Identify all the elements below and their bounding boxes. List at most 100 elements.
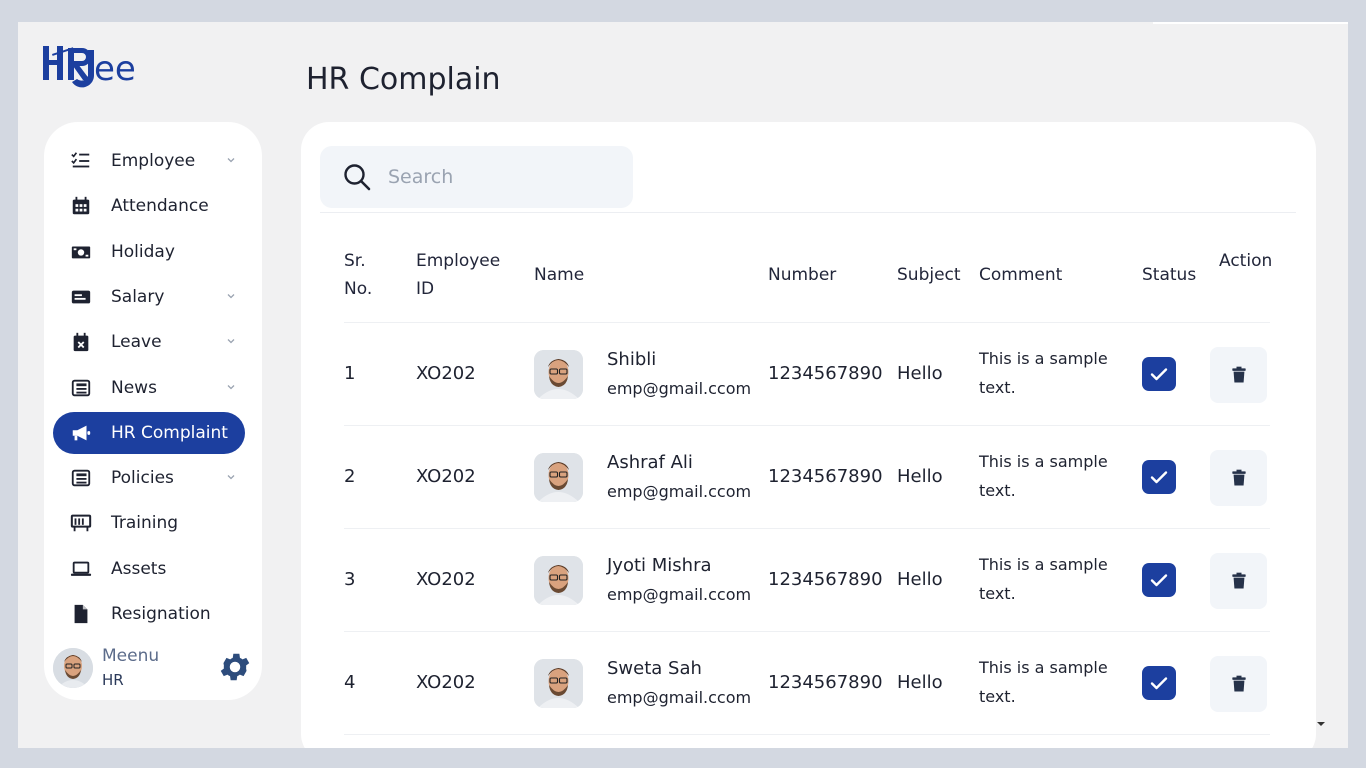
employee-avatar bbox=[534, 350, 583, 399]
delete-button[interactable] bbox=[1210, 656, 1267, 712]
trash-icon bbox=[1231, 366, 1246, 383]
sidebar-item-label: News bbox=[111, 377, 157, 398]
search-box[interactable] bbox=[320, 146, 633, 208]
window-edge bbox=[1153, 22, 1348, 24]
delete-button[interactable] bbox=[1210, 450, 1267, 506]
sidebar-item-policies[interactable]: Policies bbox=[53, 457, 245, 499]
sidebar-item-label: Leave bbox=[111, 332, 162, 353]
delete-button[interactable] bbox=[1210, 347, 1267, 403]
calendar-icon bbox=[70, 195, 92, 217]
header-number: Number bbox=[768, 265, 837, 285]
user-name: Meenu bbox=[102, 646, 160, 666]
user-profile[interactable]: Meenu HR bbox=[53, 646, 253, 692]
cell-comment-line1: This is a sample bbox=[979, 349, 1108, 368]
header-status: Status bbox=[1142, 265, 1197, 285]
sidebar-item-resignation[interactable]: Resignation bbox=[53, 593, 245, 635]
cell-sr-no: 1 bbox=[344, 363, 356, 384]
cell-email: emp@gmail.ccom bbox=[607, 585, 752, 604]
cell-comment-line2: text. bbox=[979, 584, 1016, 603]
sidebar-item-assets[interactable]: Assets bbox=[53, 548, 245, 590]
status-checkbox[interactable] bbox=[1142, 666, 1176, 700]
cell-number: 1234567890 bbox=[768, 569, 883, 590]
delete-button[interactable] bbox=[1210, 553, 1267, 609]
cell-number: 1234567890 bbox=[768, 672, 883, 693]
chevron-down-icon[interactable] bbox=[225, 471, 237, 483]
search-input[interactable] bbox=[388, 166, 608, 188]
cell-sr-no: 4 bbox=[344, 672, 356, 693]
status-checkbox[interactable] bbox=[1142, 460, 1176, 494]
cell-comment-line2: text. bbox=[979, 378, 1016, 397]
table-row: 4 XO202 Sweta Sah emp@gmail.ccom 1234567890 H… bbox=[301, 632, 1316, 735]
sidebar-item-label: Resignation bbox=[111, 604, 211, 624]
svg-text:ee: ee bbox=[94, 49, 136, 89]
cell-email: emp@gmail.ccom bbox=[607, 379, 752, 398]
cell-comment-line1: This is a sample bbox=[979, 658, 1108, 677]
divider bbox=[320, 212, 1296, 213]
sidebar-item-employee[interactable]: Employee bbox=[53, 140, 245, 182]
header-name: Name bbox=[534, 265, 585, 285]
cell-comment-line2: text. bbox=[979, 687, 1016, 706]
trash-icon bbox=[1231, 572, 1246, 589]
cell-name: Jyoti Mishra bbox=[607, 555, 712, 576]
sidebar-item-label: Holiday bbox=[111, 241, 175, 262]
sidebar-item-label: Training bbox=[111, 513, 179, 534]
status-checkbox[interactable] bbox=[1142, 563, 1176, 597]
sidebar-item-news[interactable]: News bbox=[53, 367, 245, 409]
chevron-down-icon[interactable] bbox=[225, 290, 237, 302]
sidebar-item-holiday[interactable]: Holiday bbox=[53, 231, 245, 273]
cell-email: emp@gmail.ccom bbox=[607, 688, 752, 707]
scroll-down-arrow-icon[interactable] bbox=[1316, 720, 1326, 728]
cell-number: 1234567890 bbox=[768, 363, 883, 384]
sidebar-item-label: Policies bbox=[111, 468, 174, 489]
header-employee-id: Employee ID bbox=[416, 247, 500, 303]
cell-number: 1234567890 bbox=[768, 466, 883, 487]
gear-icon[interactable] bbox=[217, 649, 253, 685]
megaphone-icon bbox=[70, 422, 92, 444]
check-icon bbox=[1150, 574, 1168, 587]
sidebar-item-attendance[interactable]: Attendance bbox=[53, 185, 245, 227]
user-avatar bbox=[53, 648, 93, 688]
calendar-x-icon bbox=[70, 331, 92, 353]
header-emp-line2: ID bbox=[416, 279, 435, 299]
table-row: 3 XO202 Jyoti Mishra emp@gmail.ccom 12345678… bbox=[301, 529, 1316, 632]
header-action: Action bbox=[1219, 251, 1273, 271]
header-sr-line1: Sr. bbox=[344, 251, 366, 271]
app-window: ee Employee Attendance Holiday Salary Leave N… bbox=[18, 22, 1348, 748]
trash-icon bbox=[1231, 675, 1246, 692]
table-row: 2 XO202 Ashraf Ali emp@gmail.ccom 1234567890… bbox=[301, 426, 1316, 529]
sidebar-item-salary[interactable]: Salary bbox=[53, 276, 245, 318]
header-sr-no: Sr. No. bbox=[344, 247, 372, 303]
header-emp-line1: Employee bbox=[416, 251, 501, 271]
chevron-down-icon[interactable] bbox=[225, 154, 237, 166]
chevron-down-icon[interactable] bbox=[225, 381, 237, 393]
newspaper-icon bbox=[70, 467, 92, 489]
id-card-icon bbox=[70, 286, 92, 308]
sidebar: Employee Attendance Holiday Salary Leave News… bbox=[44, 122, 262, 700]
cell-employee-id: XO202 bbox=[416, 466, 476, 487]
employee-avatar bbox=[534, 659, 583, 708]
list-check-icon bbox=[70, 150, 92, 172]
employee-avatar bbox=[534, 556, 583, 605]
hrjee-logo: ee bbox=[43, 46, 136, 89]
user-role: HR bbox=[102, 671, 124, 689]
sidebar-item-label: Assets bbox=[111, 558, 167, 579]
status-checkbox[interactable] bbox=[1142, 357, 1176, 391]
chalkboard-icon bbox=[70, 512, 92, 534]
money-bill-icon bbox=[70, 241, 92, 263]
cell-name: Shibli bbox=[607, 349, 657, 370]
sidebar-item-hr-complaint[interactable]: HR Complaint bbox=[53, 411, 245, 454]
employee-avatar bbox=[534, 453, 583, 502]
check-icon bbox=[1150, 677, 1168, 690]
search-icon bbox=[344, 164, 371, 191]
cell-employee-id: XO202 bbox=[416, 672, 476, 693]
row-divider bbox=[344, 734, 1270, 735]
header-comment: Comment bbox=[979, 265, 1063, 285]
chevron-down-icon[interactable] bbox=[225, 335, 237, 347]
cell-email: emp@gmail.ccom bbox=[607, 482, 752, 501]
cell-comment-line1: This is a sample bbox=[979, 452, 1108, 471]
sidebar-item-training[interactable]: Training bbox=[53, 502, 245, 544]
sidebar-item-label: Attendance bbox=[111, 196, 209, 217]
cell-employee-id: XO202 bbox=[416, 363, 476, 384]
sidebar-item-leave[interactable]: Leave bbox=[53, 321, 245, 363]
page-title: HR Complain bbox=[306, 62, 501, 97]
